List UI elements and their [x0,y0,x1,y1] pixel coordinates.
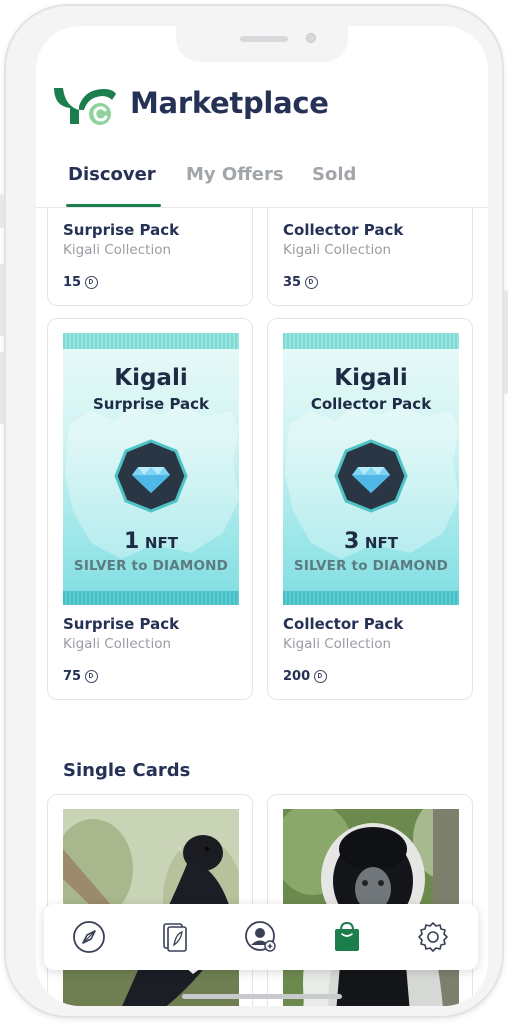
pack-count: 3 NFT [344,529,398,554]
cards-icon[interactable] [158,920,192,954]
diamond-icon [114,439,188,513]
price-value: 15 [63,275,82,290]
phone-frame: Marketplace Discover My Offers Sold Surp… [0,4,508,1018]
camera [306,33,316,43]
card-title: Surprise Pack [63,615,180,633]
card-title: Surprise Pack [63,221,180,239]
pack-rarity-range: SILVER to DIAMOND [73,558,229,574]
card-price: 200 [283,669,328,684]
single-card[interactable] [47,794,253,1006]
pack-city: Kigali [334,365,408,391]
profile-icon[interactable] [244,920,278,954]
pack-card[interactable]: Kigali Collector Pack 3 NFT SILVER to DI… [267,318,473,700]
pack-city: Kigali [114,365,188,391]
card-collection: Kigali Collection [283,636,392,652]
pack-card[interactable]: Kigali Surprise Pack 1 NFT SILVER to DIA… [47,318,253,700]
volume-up-button [0,264,4,336]
pack-count: 1 NFT [124,529,178,554]
card-collection: Kigali Collection [63,636,172,652]
notch [176,26,348,62]
tab-my-offers[interactable]: My Offers [186,164,284,185]
diamond-icon [334,439,408,513]
tab-sold[interactable]: Sold [312,164,356,185]
card-price: 15 [63,275,99,290]
tab-bar: Discover My Offers Sold [36,160,488,208]
gear-icon[interactable] [416,920,450,954]
shopping-bag-icon[interactable] [330,920,364,954]
bottom-nav [44,904,478,970]
section-title-single-cards: Single Cards [63,760,191,781]
app-logo-icon [54,88,116,125]
pack-kind: Surprise Pack [92,395,210,413]
pack-kind: Collector Pack [310,395,432,413]
pack-card[interactable]: Surprise Pack Kigali Collection 15 [47,208,253,306]
home-indicator [182,994,342,999]
card-price: 35 [283,275,319,290]
marketplace-list[interactable]: Surprise Pack Kigali Collection 15 Colle… [36,208,488,1006]
price-value: 200 [283,669,311,684]
volume-down-button [0,352,4,424]
tab-discover[interactable]: Discover [68,164,156,185]
pack-image: Kigali Collector Pack 3 NFT SILVER to DI… [283,333,459,605]
pack-card[interactable]: Collector Pack Kigali Collection 35 [267,208,473,306]
price-value: 35 [283,275,302,290]
coin-icon [85,670,99,683]
card-title: Collector Pack [283,221,404,239]
single-card[interactable] [267,794,473,1006]
card-collection: Kigali Collection [63,242,172,258]
speaker [240,36,288,42]
side-button [0,194,4,228]
coin-icon [305,276,319,289]
active-tab-indicator [66,204,161,207]
page-title: Marketplace [130,86,329,120]
power-button [504,290,508,394]
card-collection: Kigali Collection [283,242,392,258]
screen: Marketplace Discover My Offers Sold Surp… [36,26,488,1006]
pack-image: Kigali Surprise Pack 1 NFT SILVER to DIA… [63,333,239,605]
price-value: 75 [63,669,82,684]
card-price: 75 [63,669,99,684]
pack-rarity-range: SILVER to DIAMOND [293,558,449,574]
card-title: Collector Pack [283,615,404,633]
coin-icon [314,670,328,683]
compass-icon[interactable] [72,920,106,954]
coin-icon [85,276,99,289]
